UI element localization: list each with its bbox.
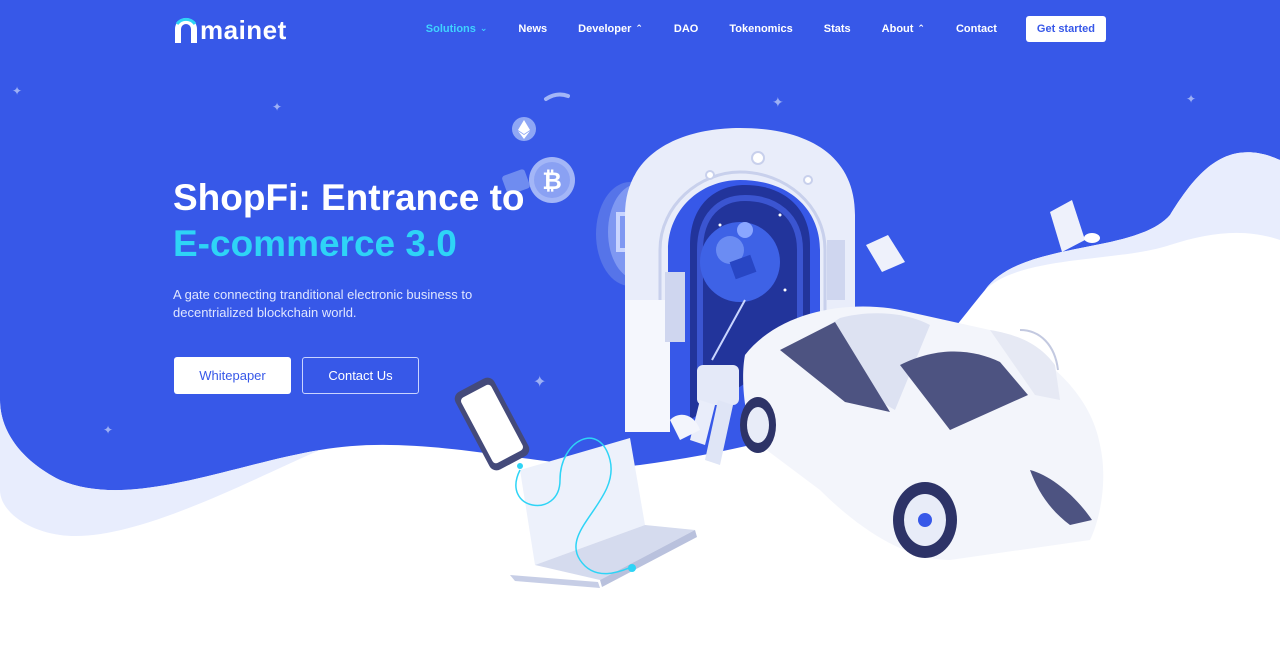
logo-mark-icon	[175, 17, 197, 43]
nav-item-dao[interactable]: DAO	[674, 23, 698, 35]
nav-item-tokenomics[interactable]: Tokenomics	[729, 23, 792, 35]
nav-item-news[interactable]: News	[518, 23, 547, 35]
sparkle-icon: ✦	[1186, 92, 1197, 106]
whitepaper-button[interactable]: Whitepaper	[174, 357, 291, 394]
nav-item-label: Tokenomics	[729, 23, 793, 35]
brand-logo[interactable]: mainet	[173, 16, 287, 44]
brand-name: mainet	[200, 15, 287, 45]
sparkle-icon: ✦	[272, 100, 283, 114]
hero-background	[0, 0, 1280, 537]
nav-item-contact[interactable]: Contact	[956, 23, 997, 35]
nav-item-label: DAO	[673, 23, 699, 35]
nav-item-label: Developer	[578, 23, 632, 35]
chevron-down-icon: ⌄	[479, 24, 488, 34]
get-started-button[interactable]: Get started	[1025, 16, 1106, 42]
sparkle-icon: ✦	[533, 372, 547, 391]
nav-item-solutions[interactable]: Solutions ⌄	[426, 23, 488, 35]
nav-item-label: Solutions	[425, 23, 476, 35]
nav-item-label: Contact	[955, 23, 997, 35]
sparkle-icon: ✦	[772, 95, 784, 111]
nav-item-stats[interactable]: Stats	[824, 23, 851, 35]
hero-title-line2: E-commerce 3.0	[173, 223, 457, 264]
chevron-up-icon: ⌃	[917, 24, 925, 34]
hero-description: A gate connecting tranditional electroni…	[173, 287, 473, 320]
hero-title-line1: ShopFi: Entrance to	[173, 177, 525, 218]
chevron-up-icon: ⌃	[635, 24, 643, 34]
sparkle-icon: ✦	[12, 84, 23, 98]
sparkle-icon: ✦	[103, 423, 114, 437]
nav-item-developer[interactable]: Developer ⌃	[578, 23, 643, 35]
contact-us-button[interactable]: Contact Us	[302, 357, 419, 394]
hero-title: ShopFi: Entrance to E-commerce 3.0	[173, 175, 525, 267]
top-nav: Solutions ⌄ News Developer ⌃ DAO Tokenom…	[395, 16, 1106, 42]
nav-item-label: About	[881, 23, 914, 35]
nav-item-label: News	[518, 23, 548, 35]
nav-item-about[interactable]: About ⌃	[882, 23, 925, 35]
nav-item-label: Stats	[823, 23, 851, 35]
